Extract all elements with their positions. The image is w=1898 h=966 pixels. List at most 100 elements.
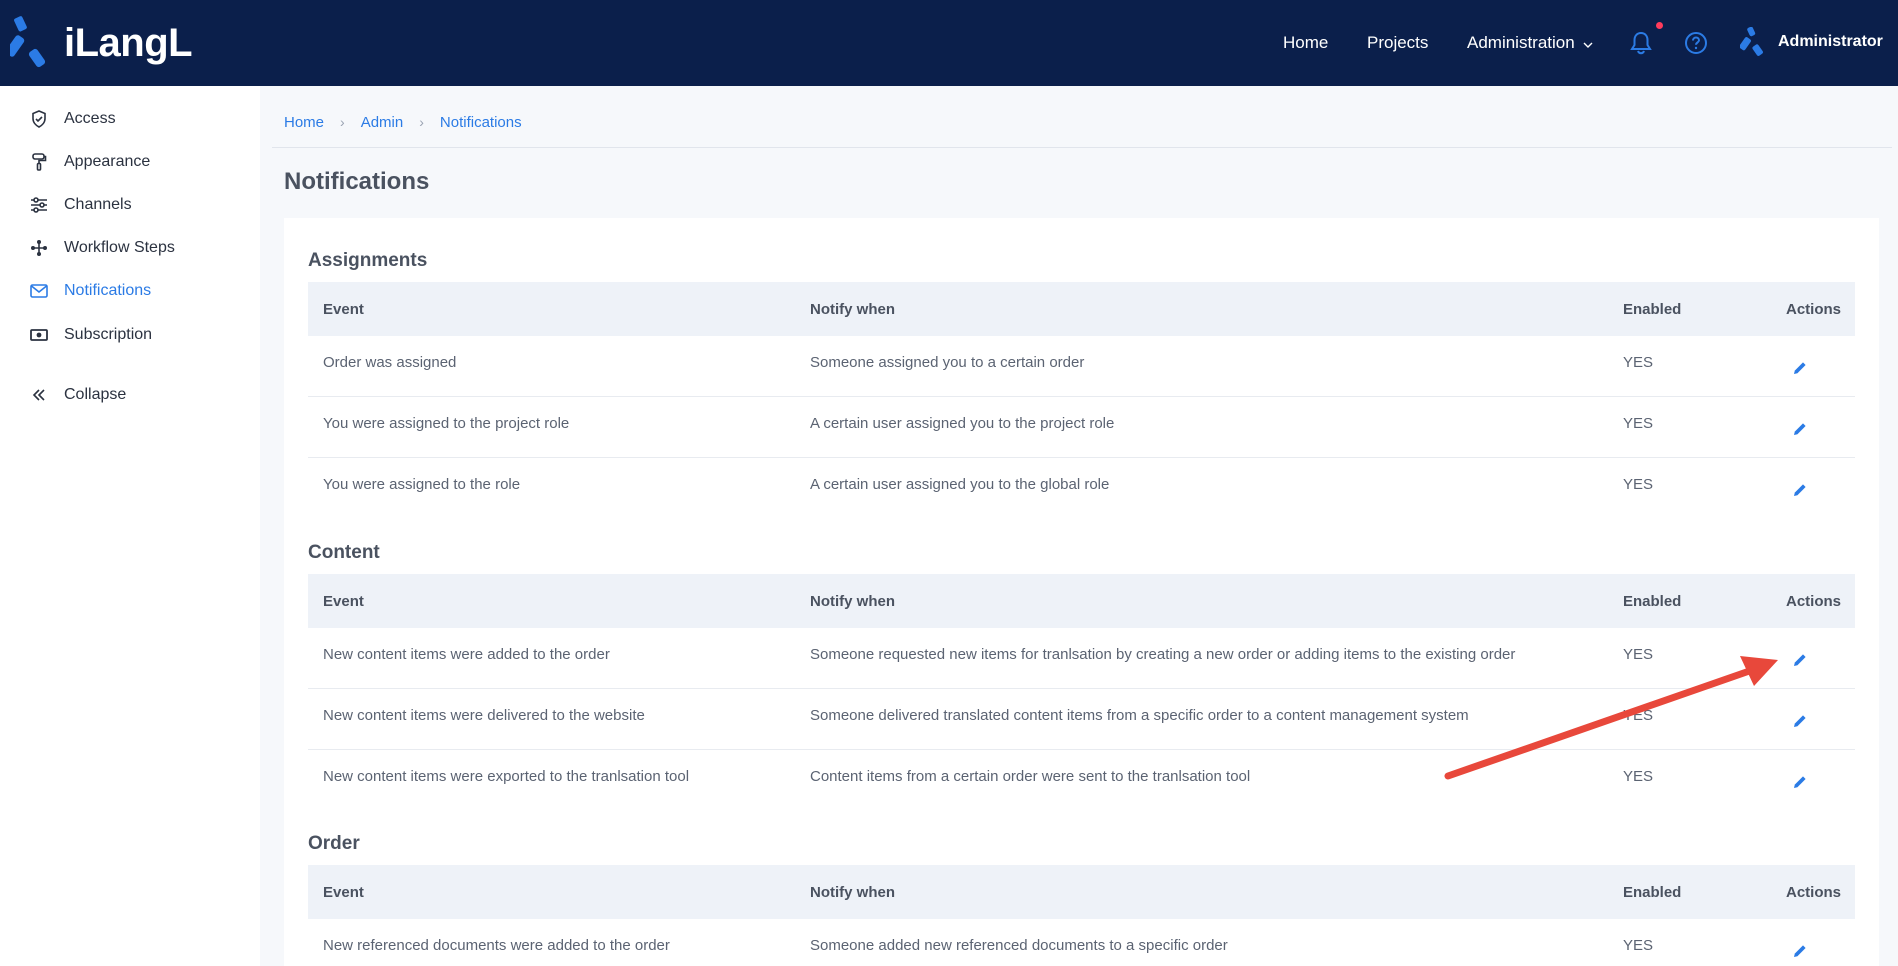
table-row: New referenced documents were added to t…: [308, 919, 1855, 966]
enabled-cell: YES: [1623, 415, 1654, 432]
pencil-icon: [1794, 715, 1806, 727]
bell-icon: [1630, 31, 1652, 55]
sidebar-item-notifications[interactable]: Notifications: [28, 278, 151, 304]
money-icon: [28, 324, 50, 346]
section-title-assignments: Assignments: [308, 250, 428, 271]
header-actions: Actions: [1786, 883, 1842, 901]
event-cell: You were assigned to the role: [323, 476, 521, 493]
divider: [272, 147, 1892, 148]
paint-roller-icon: [28, 151, 50, 173]
sidebar-item-label: Subscription: [64, 326, 153, 343]
notify-cell: A certain user assigned you to the proje…: [810, 415, 1115, 432]
edit-button[interactable]: [1788, 648, 1812, 672]
notifications-bell-button[interactable]: [1626, 28, 1656, 58]
pencil-icon: [1794, 776, 1806, 788]
breadcrumb-home[interactable]: Home: [284, 114, 324, 131]
sliders-icon: [28, 194, 50, 216]
header-event: Event: [323, 592, 364, 610]
section-title-order: Order: [308, 833, 360, 854]
breadcrumb: Home › Admin › Notifications: [284, 110, 522, 134]
notify-cell: Content items from a certain order were …: [810, 768, 1251, 785]
sidebar-item-channels[interactable]: Channels: [28, 192, 132, 218]
edit-button[interactable]: [1788, 770, 1812, 794]
notify-cell: A certain user assigned you to the globa…: [810, 476, 1110, 493]
sidebar-item-subscription[interactable]: Subscription: [28, 322, 152, 348]
user-name: Administrator: [1778, 33, 1883, 50]
event-cell: New content items were added to the orde…: [323, 646, 610, 663]
table-row: New content items were delivered to the …: [308, 689, 1855, 750]
header-enabled: Enabled: [1623, 300, 1682, 318]
section-title-content: Content: [308, 542, 380, 563]
pencil-icon: [1794, 423, 1806, 435]
table-row: You were assigned to the project role A …: [308, 397, 1855, 458]
event-cell: Order was assigned: [323, 354, 457, 371]
sidebar-item-access[interactable]: Access: [28, 106, 116, 132]
header-notify-when: Notify when: [810, 300, 895, 318]
enabled-cell: YES: [1623, 354, 1654, 371]
breadcrumb-separator-icon: ›: [340, 114, 345, 130]
header-notify-when: Notify when: [810, 883, 895, 901]
table-header: Event Notify when Enabled Actions: [308, 282, 1855, 336]
logo[interactable]: iLangL: [10, 10, 193, 76]
double-chevron-left-icon: [28, 384, 50, 406]
breadcrumb-admin[interactable]: Admin: [361, 114, 404, 131]
enabled-cell: YES: [1623, 646, 1654, 663]
sidebar-item-label: Channels: [64, 196, 132, 213]
pencil-icon: [1794, 362, 1806, 374]
sidebar-item-label: Notifications: [64, 282, 152, 299]
user-menu[interactable]: Administrator: [1740, 22, 1883, 62]
help-button[interactable]: [1681, 28, 1711, 58]
event-cell: New content items were delivered to the …: [323, 707, 645, 724]
notify-cell: Someone added new referenced documents t…: [810, 937, 1228, 954]
nav-home[interactable]: Home: [1283, 0, 1328, 86]
header-event: Event: [323, 300, 364, 318]
notify-cell: Someone requested new items for tranlsat…: [810, 646, 1516, 663]
pencil-icon: [1794, 945, 1806, 957]
page-title: Notifications: [284, 168, 430, 195]
enabled-cell: YES: [1623, 768, 1654, 785]
sidebar-item-workflow-steps[interactable]: Workflow Steps: [28, 235, 175, 261]
header-notify-when: Notify when: [810, 592, 895, 610]
header-enabled: Enabled: [1623, 592, 1682, 610]
breadcrumb-notifications[interactable]: Notifications: [440, 114, 522, 131]
table-row: Order was assigned Someone assigned you …: [308, 336, 1855, 397]
event-cell: You were assigned to the project role: [323, 415, 570, 432]
header-enabled: Enabled: [1623, 883, 1682, 901]
table-header: Event Notify when Enabled Actions: [308, 865, 1855, 919]
sidebar-collapse-button[interactable]: Collapse: [28, 382, 126, 408]
breadcrumb-separator-icon: ›: [419, 114, 424, 130]
edit-button[interactable]: [1788, 939, 1812, 963]
nav-projects[interactable]: Projects: [1367, 0, 1428, 86]
table-header: Event Notify when Enabled Actions: [308, 574, 1855, 628]
sidebar-item-label: Access: [64, 110, 116, 127]
notification-badge-dot: [1656, 22, 1663, 29]
enabled-cell: YES: [1623, 476, 1654, 493]
workflow-icon: [28, 237, 50, 259]
edit-button[interactable]: [1788, 478, 1812, 502]
header-actions: Actions: [1786, 592, 1842, 610]
event-cell: New referenced documents were added to t…: [323, 937, 670, 954]
logo-mark-icon: [10, 16, 46, 68]
nav-administration[interactable]: Administration: [1467, 0, 1593, 86]
notify-cell: Someone delivered translated content ite…: [810, 707, 1469, 724]
table-row: New content items were exported to the t…: [308, 750, 1855, 811]
nav-administration-label: Administration: [1467, 33, 1575, 52]
pencil-icon: [1794, 654, 1806, 666]
sidebar-item-label: Appearance: [64, 153, 151, 170]
edit-button[interactable]: [1788, 709, 1812, 733]
sidebar-item-appearance[interactable]: Appearance: [28, 149, 150, 175]
notify-cell: Someone assigned you to a certain order: [810, 354, 1085, 371]
edit-button[interactable]: [1788, 356, 1812, 380]
table-row: You were assigned to the role A certain …: [308, 458, 1855, 519]
table-row: New content items were added to the orde…: [308, 628, 1855, 689]
edit-button[interactable]: [1788, 417, 1812, 441]
top-navbar: iLangL Home Projects Administration Admi…: [0, 0, 1898, 86]
chevron-down-icon: [1583, 36, 1593, 51]
avatar: [1740, 27, 1763, 56]
sidebar-item-label: Workflow Steps: [64, 239, 175, 256]
event-cell: New content items were exported to the t…: [323, 768, 690, 785]
header-event: Event: [323, 883, 364, 901]
mail-icon: [28, 280, 50, 302]
shield-icon: [28, 108, 50, 130]
enabled-cell: YES: [1623, 937, 1654, 954]
